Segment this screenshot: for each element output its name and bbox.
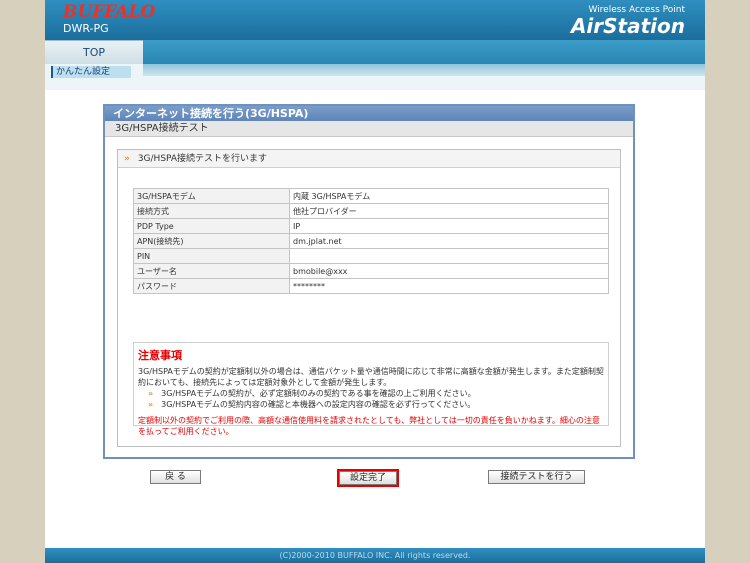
panel-body: 3G/HSPA接続テスト » 3G/HSPA接続テストを行います 3G/HSPAモ… xyxy=(105,121,633,457)
connection-info-table: 3G/HSPAモデム 内蔵 3G/HSPAモデム 接続方式 他社プロバイダー PDP… xyxy=(133,188,609,294)
row-value: 他社プロバイダー xyxy=(289,203,609,219)
section-label: 3G/HSPA接続テストを行います xyxy=(137,154,268,164)
caution-title: 注意事項 xyxy=(138,349,182,362)
table-row: 接続方式 他社プロバイダー xyxy=(133,203,609,219)
row-label: ユーザー名 xyxy=(133,263,290,279)
caution-description: 3G/HSPAモデムの契約が定額制以外の場合は、通信パケット量や通信時間に応じて… xyxy=(138,367,604,387)
header: BUFFALO DWR-PG Wireless Access Point Air… xyxy=(45,0,705,40)
row-label: APN(接続先) xyxy=(133,233,290,249)
row-label: 3G/HSPAモデム xyxy=(133,188,290,204)
buffalo-logo: BUFFALO xyxy=(63,2,156,22)
connection-test-button[interactable]: 接続テストを行う xyxy=(488,470,585,484)
row-value: IP xyxy=(289,218,609,234)
row-value: dm.jplat.net xyxy=(289,233,609,249)
caution-item: » 3G/HSPAモデムの契約内容の確認と本機器への設定内容の確認を必ず行ってくだ… xyxy=(138,399,604,410)
row-label: PDP Type xyxy=(133,218,290,234)
row-label: PIN xyxy=(133,248,290,264)
done-button-highlight: 設定完了 xyxy=(337,469,399,487)
page: BUFFALO DWR-PG Wireless Access Point Air… xyxy=(45,0,705,563)
row-label: パスワード xyxy=(133,278,290,294)
caution-box: 注意事項 3G/HSPAモデムの契約が定額制以外の場合は、通信パケット量や通信時… xyxy=(133,342,609,436)
section-header: » 3G/HSPA接続テストを行います xyxy=(118,150,620,168)
table-row: 3G/HSPAモデム 内蔵 3G/HSPAモデム xyxy=(133,188,609,204)
table-row: PIN xyxy=(133,248,609,264)
row-value xyxy=(289,248,609,264)
footer: (C)2000-2010 BUFFALO INC. All rights res… xyxy=(45,548,705,563)
nav-band xyxy=(143,40,705,64)
finish-setup-button[interactable]: 設定完了 xyxy=(339,471,397,485)
navigation: TOP かんたん設定 xyxy=(45,40,705,90)
row-value: bmobile@xxx xyxy=(289,263,609,279)
chevron-right-icon: » xyxy=(148,400,154,409)
table-row: APN(接続先) dm.jplat.net xyxy=(133,233,609,249)
table-row: ユーザー名 bmobile@xxx xyxy=(133,263,609,279)
chevron-right-icon: » xyxy=(124,154,130,164)
panel-title: インターネット接続を行う(3G/HSPA) xyxy=(105,106,633,121)
subnav-easy-setup[interactable]: かんたん設定 xyxy=(51,66,131,78)
row-value: 内蔵 3G/HSPAモデム xyxy=(289,188,609,204)
caution-item-text: 3G/HSPAモデムの契約が、必ず定額制のみの契約である事を確認の上ご利用くださ… xyxy=(161,389,476,398)
setup-panel: インターネット接続を行う(3G/HSPA) 3G/HSPA接続テスト » 3G/H… xyxy=(103,104,635,459)
row-value: ******** xyxy=(289,278,609,294)
row-label: 接続方式 xyxy=(133,203,290,219)
test-box: » 3G/HSPA接続テストを行います 3G/HSPAモデム 内蔵 3G/HSPAモ… xyxy=(117,149,621,447)
caution-warning: 定額制以外の契約でご利用の際、高額な通信使用料を請求されたとしても、弊社としては… xyxy=(138,416,600,436)
tab-top[interactable]: TOP xyxy=(45,40,143,64)
caution-item: » 3G/HSPAモデムの契約が、必ず定額制のみの契約である事を確認の上ご利用くだ… xyxy=(138,388,604,399)
table-row: PDP Type IP xyxy=(133,218,609,234)
nav-band-lower xyxy=(143,64,705,76)
caution-item-text: 3G/HSPAモデムの契約内容の確認と本機器への設定内容の確認を必ず行ってくださ… xyxy=(161,400,476,409)
model-name: DWR-PG xyxy=(63,22,109,35)
back-button[interactable]: 戻 る xyxy=(150,470,201,484)
airstation-logo: AirStation xyxy=(570,14,685,38)
step-title: 3G/HSPA接続テスト xyxy=(105,121,633,137)
table-row: パスワード ******** xyxy=(133,278,609,294)
chevron-right-icon: » xyxy=(148,389,154,398)
